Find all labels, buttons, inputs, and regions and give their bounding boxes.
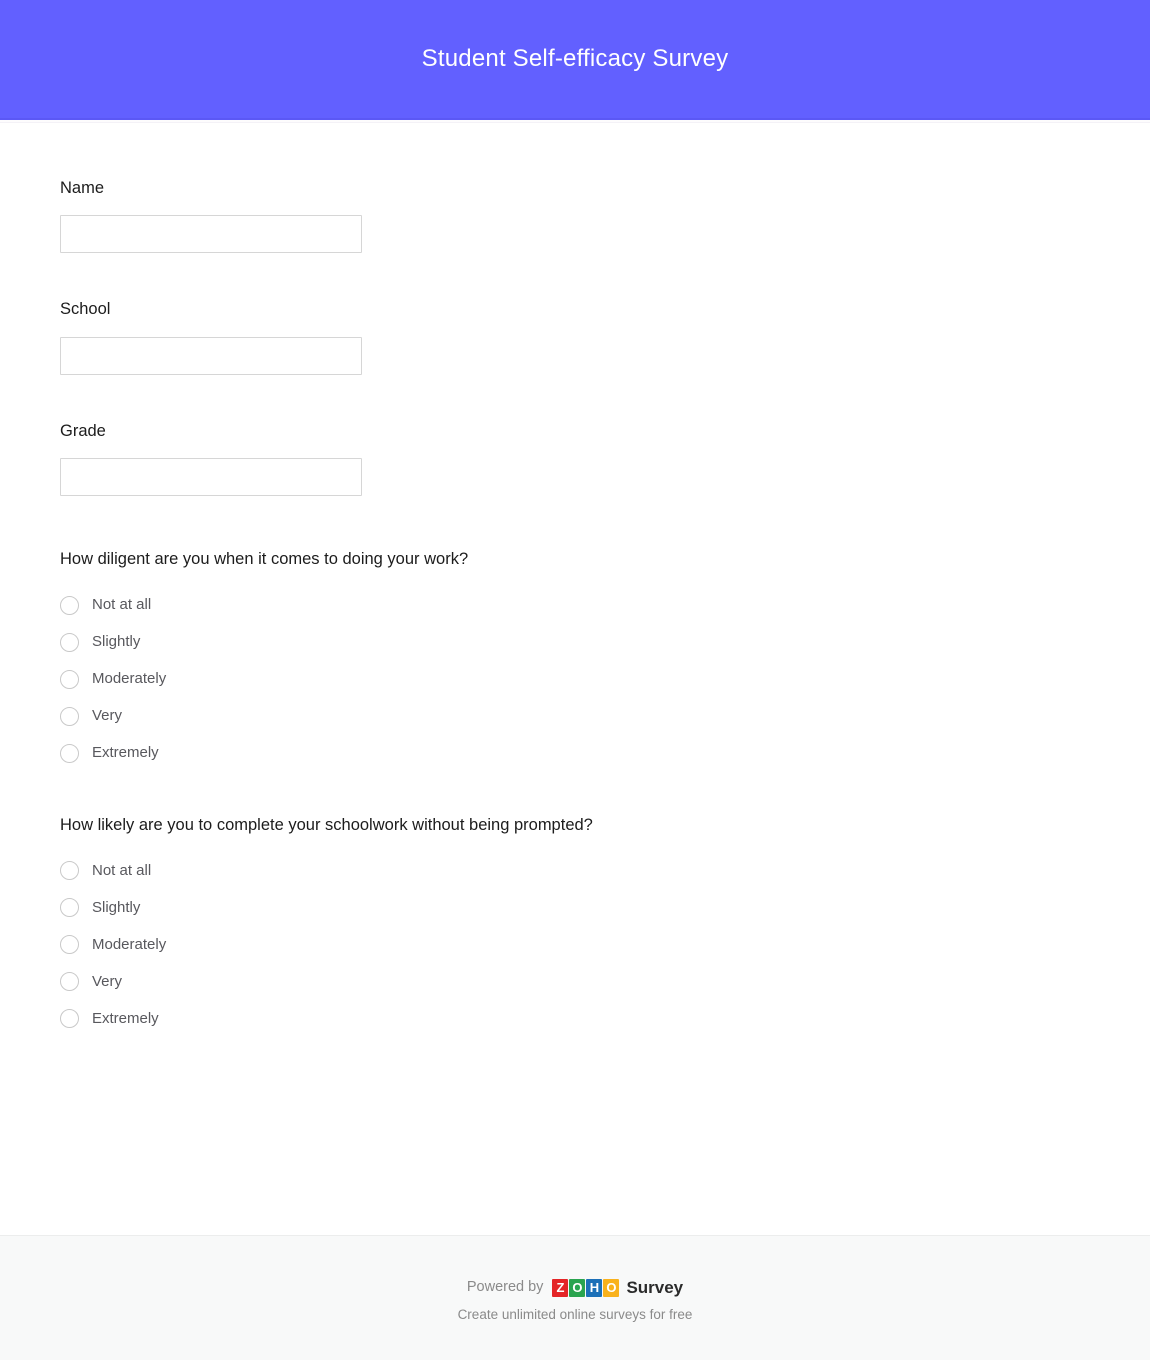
field-block-name: Name bbox=[60, 178, 1090, 254]
question-block-diligence: How diligent are you when it comes to do… bbox=[60, 548, 1090, 771]
choice-row[interactable]: Not at all bbox=[60, 587, 1090, 624]
choice-label: Slightly bbox=[92, 898, 141, 916]
radio-icon[interactable] bbox=[60, 897, 79, 917]
survey-page: Student Self-efficacy Survey Name School… bbox=[0, 0, 1150, 1360]
radio-icon[interactable] bbox=[60, 934, 79, 954]
choice-label: Not at all bbox=[92, 861, 152, 879]
question-title-schoolwork: How likely are you to complete your scho… bbox=[60, 815, 593, 834]
choice-label: Not at all bbox=[92, 596, 152, 614]
choice-row[interactable]: Extremely bbox=[60, 735, 1090, 772]
radio-icon[interactable] bbox=[60, 706, 79, 726]
choice-row[interactable]: Extremely bbox=[60, 1000, 1090, 1037]
zoho-letter-h: H bbox=[586, 1278, 603, 1297]
radio-icon[interactable] bbox=[60, 632, 79, 652]
radio-icon[interactable] bbox=[60, 743, 79, 763]
choice-row[interactable]: Very bbox=[60, 698, 1090, 735]
choice-row[interactable]: Moderately bbox=[60, 661, 1090, 698]
choice-row[interactable]: Not at all bbox=[60, 852, 1090, 889]
choice-label: Moderately bbox=[92, 670, 167, 688]
field-block-school: School bbox=[60, 299, 1090, 375]
choice-label: Very bbox=[92, 707, 123, 725]
survey-footer: Powered by Z O H O Survey Create unlimit… bbox=[0, 1235, 1150, 1360]
choice-list-diligence: Not at all Slightly Moderately Very Extr… bbox=[60, 587, 1090, 772]
label-school: School bbox=[60, 300, 111, 319]
choice-row[interactable]: Slightly bbox=[60, 624, 1090, 661]
page-title: Student Self-efficacy Survey bbox=[421, 44, 729, 72]
choice-row[interactable]: Slightly bbox=[60, 889, 1090, 926]
label-grade: Grade bbox=[60, 421, 106, 440]
question-block-schoolwork: How likely are you to complete your scho… bbox=[60, 814, 1090, 1037]
powered-by-row: Powered by Z O H O Survey bbox=[466, 1278, 684, 1298]
choice-label: Extremely bbox=[92, 1009, 159, 1027]
radio-icon[interactable] bbox=[60, 1008, 79, 1028]
survey-form: Name School Grade How diligent are you w… bbox=[0, 123, 1150, 1235]
survey-header: Student Self-efficacy Survey bbox=[0, 0, 1150, 120]
radio-icon[interactable] bbox=[60, 595, 79, 615]
field-block-grade: Grade bbox=[60, 421, 1090, 497]
radio-icon[interactable] bbox=[60, 860, 79, 880]
question-title-diligence: How diligent are you when it comes to do… bbox=[60, 550, 469, 569]
radio-icon[interactable] bbox=[60, 669, 79, 689]
choice-row[interactable]: Moderately bbox=[60, 926, 1090, 963]
zoho-logo[interactable]: Z O H O bbox=[552, 1278, 620, 1297]
radio-icon[interactable] bbox=[60, 971, 79, 991]
choice-list-schoolwork: Not at all Slightly Moderately Very Extr… bbox=[60, 852, 1090, 1037]
grade-input[interactable] bbox=[60, 458, 362, 497]
label-name: Name bbox=[60, 179, 105, 197]
powered-by-text: Powered by bbox=[466, 1279, 544, 1296]
choice-row[interactable]: Very bbox=[60, 963, 1090, 1000]
choice-label: Very bbox=[92, 972, 123, 990]
footer-tagline: Create unlimited online surveys for free bbox=[457, 1306, 693, 1322]
zoho-letter-o1: O bbox=[569, 1278, 586, 1297]
zoho-letter-o2: O bbox=[603, 1278, 620, 1297]
name-input[interactable] bbox=[60, 215, 362, 254]
zoho-product-name: Survey bbox=[626, 1278, 684, 1298]
choice-label: Extremely bbox=[92, 744, 159, 762]
choice-label: Moderately bbox=[92, 935, 167, 953]
choice-label: Slightly bbox=[92, 633, 141, 651]
zoho-letter-z: Z bbox=[552, 1278, 569, 1297]
school-input[interactable] bbox=[60, 336, 362, 375]
